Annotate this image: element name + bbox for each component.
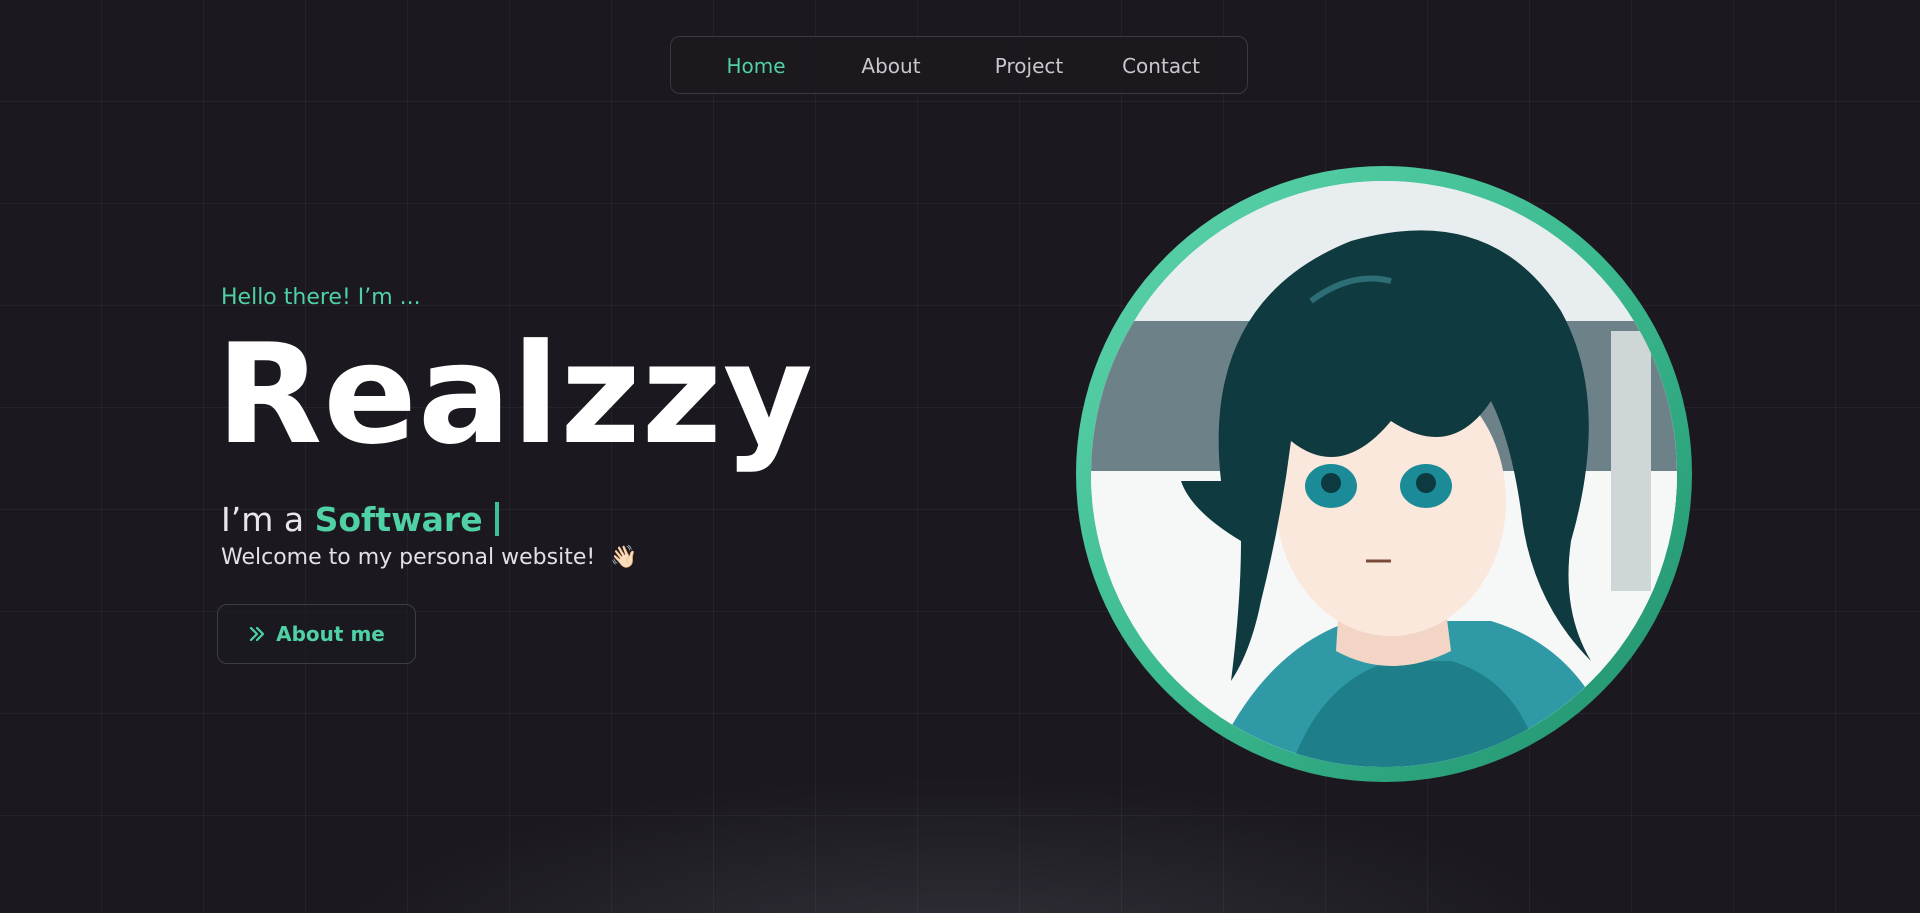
top-navbar: Home About Project Contact [670,36,1248,94]
welcome-text: Welcome to my personal website! [221,545,596,570]
nav-about[interactable]: About [851,37,931,95]
role-prefix: I’m a [221,500,305,539]
waving-hand-icon: 👋🏻 [610,545,638,570]
about-me-button[interactable]: About me [217,604,416,664]
avatar [1091,181,1677,767]
hero-greeting: Hello there! I’m ... [221,285,421,310]
page: Home About Project Contact Hello there! … [0,0,1920,913]
hero-welcome: Welcome to my personal website! 👋🏻 [221,545,638,570]
anime-avatar-icon [1091,181,1677,767]
role-highlight: Software [314,500,483,539]
hero-role-line: I’m a Software [221,500,499,539]
hero-name: Realzzy [216,314,814,475]
double-chevron-right-icon [248,625,266,643]
nav-home[interactable]: Home [721,37,791,95]
nav-project[interactable]: Project [979,37,1079,95]
about-me-label: About me [276,622,385,646]
nav-contact[interactable]: Contact [1111,37,1211,95]
typing-cursor [494,502,499,536]
avatar-ring [1076,166,1692,782]
